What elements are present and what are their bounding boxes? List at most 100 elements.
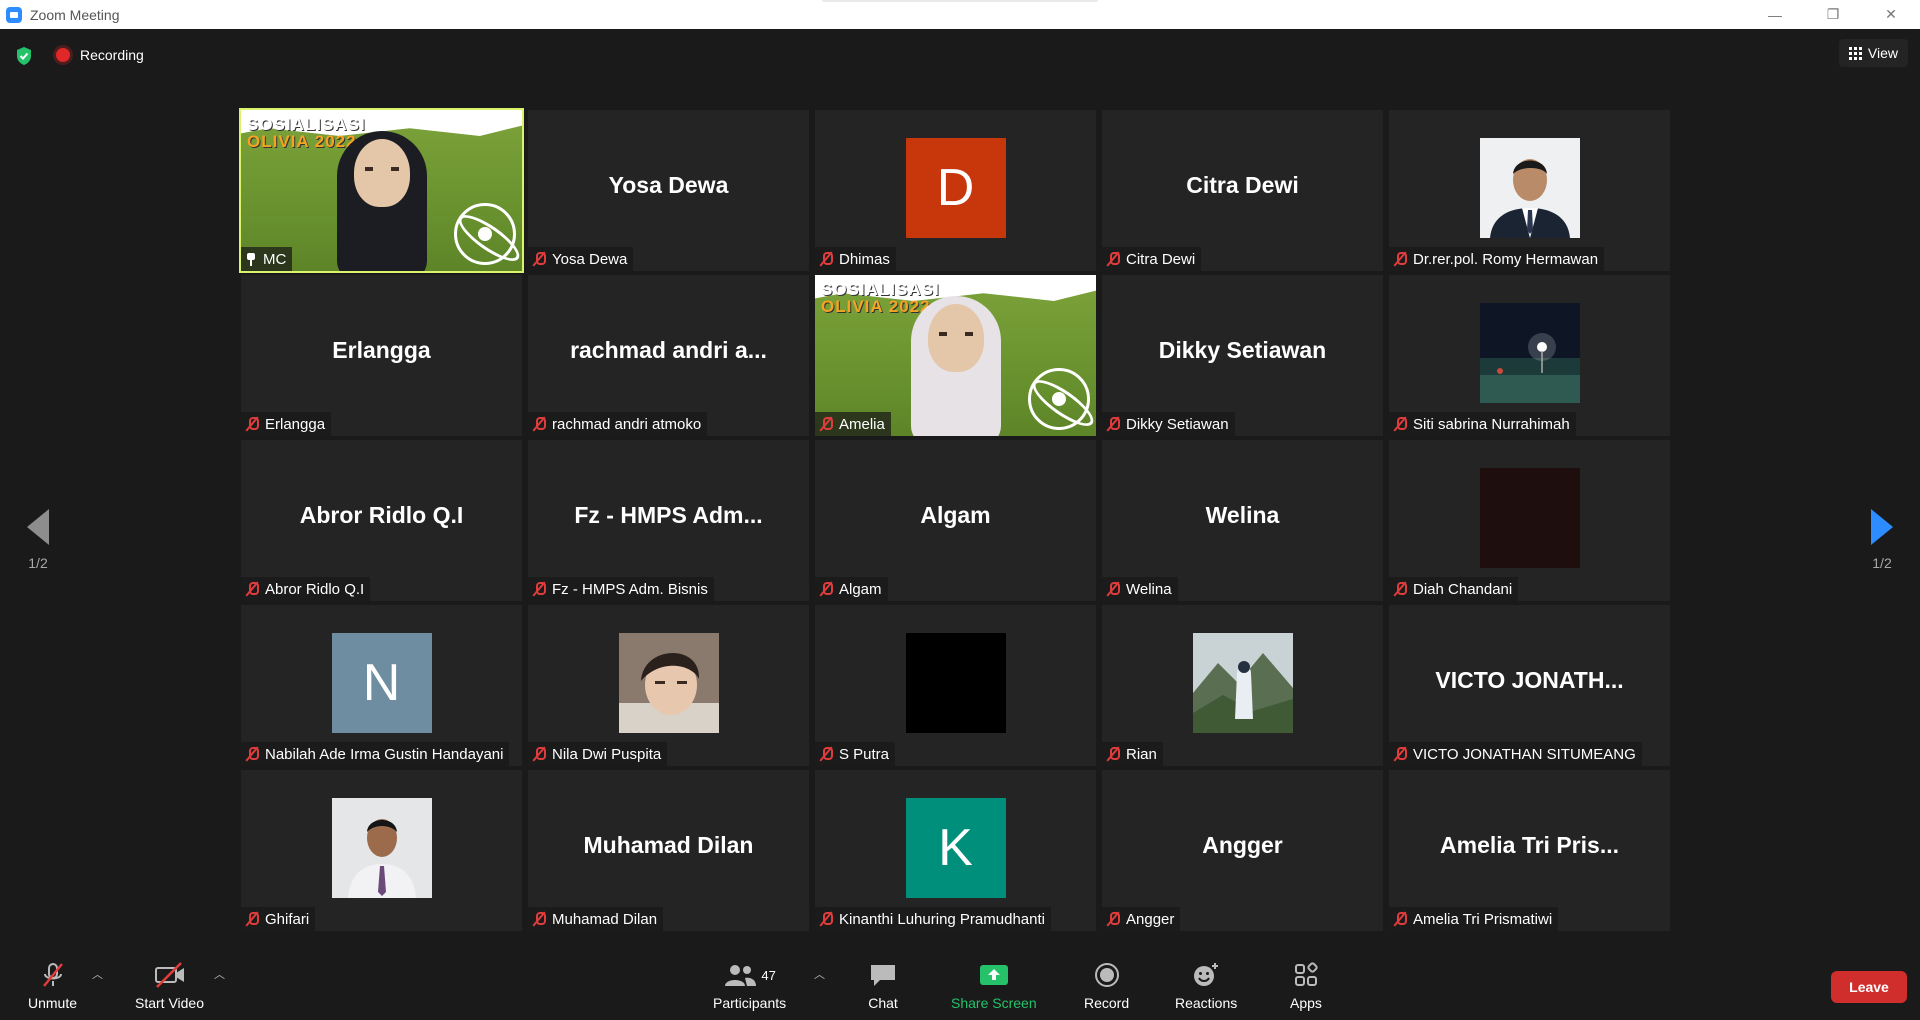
participant-tile[interactable]: SOSIALISASI OLIVIA 2022 MC [239, 108, 524, 273]
participants-label: Participants [713, 995, 787, 1011]
participant-tile[interactable]: N Nabilah Ade Irma Gustin Handayani [241, 605, 522, 766]
participant-name-label: MC [241, 247, 293, 271]
participant-tile[interactable]: Siti sabrina Nurrahimah [1389, 275, 1670, 436]
participant-name-label: VICTO JONATHAN SITUMEANG [1389, 742, 1642, 766]
profile-photo [1479, 303, 1580, 403]
participant-tile[interactable]: Erlangga Erlangga [241, 275, 522, 436]
security-shield-icon[interactable] [15, 46, 33, 66]
spotlight-pin-icon [245, 252, 257, 266]
participant-name-label: Algam [815, 577, 888, 601]
participant-name-label: Angger [1102, 907, 1181, 931]
participant-name-label: Citra Dewi [1102, 247, 1202, 271]
participant-gallery: SOSIALISASI OLIVIA 2022 MC Yosa Dewa Yosa D… [239, 108, 1678, 938]
participant-display-name: Amelia Tri Pris... [1440, 832, 1619, 858]
participant-photo-avatar [1479, 468, 1580, 568]
microphone-muted-icon [1393, 251, 1407, 267]
atom-icon [1028, 368, 1090, 430]
participant-tile[interactable]: Yosa Dewa Yosa Dewa [528, 110, 809, 271]
participant-name-label: Dikky Setiawan [1102, 412, 1235, 436]
chat-label: Chat [868, 995, 898, 1011]
participant-tile[interactable]: Dikky Setiawan Dikky Setiawan [1102, 275, 1383, 436]
arrow-left-icon [27, 509, 49, 545]
participant-tile[interactable]: Abror Ridlo Q.I Abror Ridlo Q.I [241, 440, 522, 601]
participant-name: Nila Dwi Puspita [552, 745, 662, 763]
microphone-muted-icon [1106, 251, 1120, 267]
recording-indicator[interactable]: Recording [56, 47, 144, 63]
arrow-right-icon [1871, 509, 1893, 545]
minimize-button[interactable]: — [1746, 0, 1804, 29]
participant-name: Dhimas [839, 250, 890, 268]
next-page-button[interactable]: 1/2 [1846, 480, 1918, 600]
profile-photo [1479, 138, 1580, 238]
participant-name: MC [263, 250, 287, 268]
participant-name-label: Muhamad Dilan [528, 907, 664, 931]
participant-count: 47 [761, 967, 776, 983]
participant-tile[interactable]: Diah Chandani [1389, 440, 1670, 601]
participant-tile[interactable]: rachmad andri a... rachmad andri atmoko [528, 275, 809, 436]
participant-tile[interactable]: SOSIALISASI OLIVIA 2022 Amelia [815, 275, 1096, 436]
window-title: Zoom Meeting [30, 6, 120, 23]
participant-tile[interactable]: Nila Dwi Puspita [528, 605, 809, 766]
participant-tile[interactable]: VICTO JONATH... VICTO JONATHAN SITUMEANG [1389, 605, 1670, 766]
microphone-muted-icon [532, 911, 546, 927]
start-video-button[interactable]: Start Video [135, 961, 204, 1011]
record-icon [1094, 963, 1119, 987]
participant-tile[interactable]: S Putra [815, 605, 1096, 766]
participants-icon [725, 965, 757, 986]
profile-photo [905, 633, 1006, 733]
reactions-button[interactable]: Reactions [1175, 961, 1237, 1011]
participant-name: Citra Dewi [1126, 250, 1196, 268]
previous-page-button[interactable]: 1/2 [2, 480, 74, 600]
record-button[interactable]: Record [1084, 961, 1129, 1011]
reactions-label: Reactions [1175, 995, 1238, 1011]
unmute-button[interactable]: Unmute [28, 961, 77, 1011]
participants-button[interactable]: 47 Participants [713, 961, 786, 1011]
audio-options-caret-icon[interactable]: ︿ [92, 966, 103, 981]
participant-tile[interactable]: Angger Angger [1102, 770, 1383, 931]
participant-name-label: Dr.rer.pol. Romy Hermawan [1389, 247, 1605, 271]
chat-button[interactable]: Chat [868, 961, 898, 1011]
microphone-muted-icon [245, 911, 259, 927]
participant-tile[interactable]: K Kinanthi Luhuring Pramudhanti [815, 770, 1096, 931]
participant-tile[interactable]: Welina Welina [1102, 440, 1383, 601]
atom-icon [454, 203, 516, 265]
participant-initial-avatar: D [905, 138, 1006, 238]
window-titlebar: Zoom Meeting — ❐ ✕ [0, 0, 1920, 29]
microphone-muted-icon [532, 251, 546, 267]
profile-photo [618, 633, 719, 733]
leave-button[interactable]: Leave [1831, 971, 1907, 1003]
apps-button[interactable]: Apps [1290, 961, 1322, 1011]
video-options-caret-icon[interactable]: ︿ [214, 966, 225, 981]
participant-tile[interactable]: Fz - HMPS Adm... Fz - HMPS Adm. Bisnis [528, 440, 809, 601]
microphone-muted-icon [1106, 911, 1120, 927]
recording-dot-icon [56, 48, 70, 62]
participant-tile[interactable]: Ghifari [241, 770, 522, 931]
share-screen-button[interactable]: Share Screen [951, 961, 1037, 1011]
restore-button[interactable]: ❐ [1804, 0, 1862, 29]
participant-photo-avatar [1479, 303, 1580, 403]
close-button[interactable]: ✕ [1862, 0, 1920, 29]
microphone-muted-icon [1393, 746, 1407, 762]
reactions-icon [1194, 963, 1219, 986]
participant-name: VICTO JONATHAN SITUMEANG [1413, 745, 1636, 763]
microphone-muted-icon [819, 911, 833, 927]
view-button[interactable]: View [1838, 39, 1908, 67]
participant-name: Welina [1126, 580, 1172, 598]
participant-name: Kinanthi Luhuring Pramudhanti [839, 910, 1045, 928]
participant-display-name: Muhamad Dilan [583, 832, 754, 858]
participant-name-label: Ghifari [241, 907, 316, 931]
gallery-grid-icon [1848, 46, 1862, 60]
participant-name: Dikky Setiawan [1126, 415, 1229, 433]
participant-tile[interactable]: Dr.rer.pol. Romy Hermawan [1389, 110, 1670, 271]
participant-display-name: Angger [1202, 832, 1283, 858]
start-video-label: Start Video [135, 995, 205, 1011]
participant-tile[interactable]: Citra Dewi Citra Dewi [1102, 110, 1383, 271]
participant-tile[interactable]: Muhamad Dilan Muhamad Dilan [528, 770, 809, 931]
participant-tile[interactable]: Rian [1102, 605, 1383, 766]
microphone-muted-icon [819, 581, 833, 597]
participants-caret-icon[interactable]: ︿ [814, 966, 825, 981]
participant-tile[interactable]: Algam Algam [815, 440, 1096, 601]
participant-display-name: Fz - HMPS Adm... [574, 502, 763, 528]
participant-tile[interactable]: D Dhimas [815, 110, 1096, 271]
participant-tile[interactable]: Amelia Tri Pris... Amelia Tri Prismatiwi [1389, 770, 1670, 931]
